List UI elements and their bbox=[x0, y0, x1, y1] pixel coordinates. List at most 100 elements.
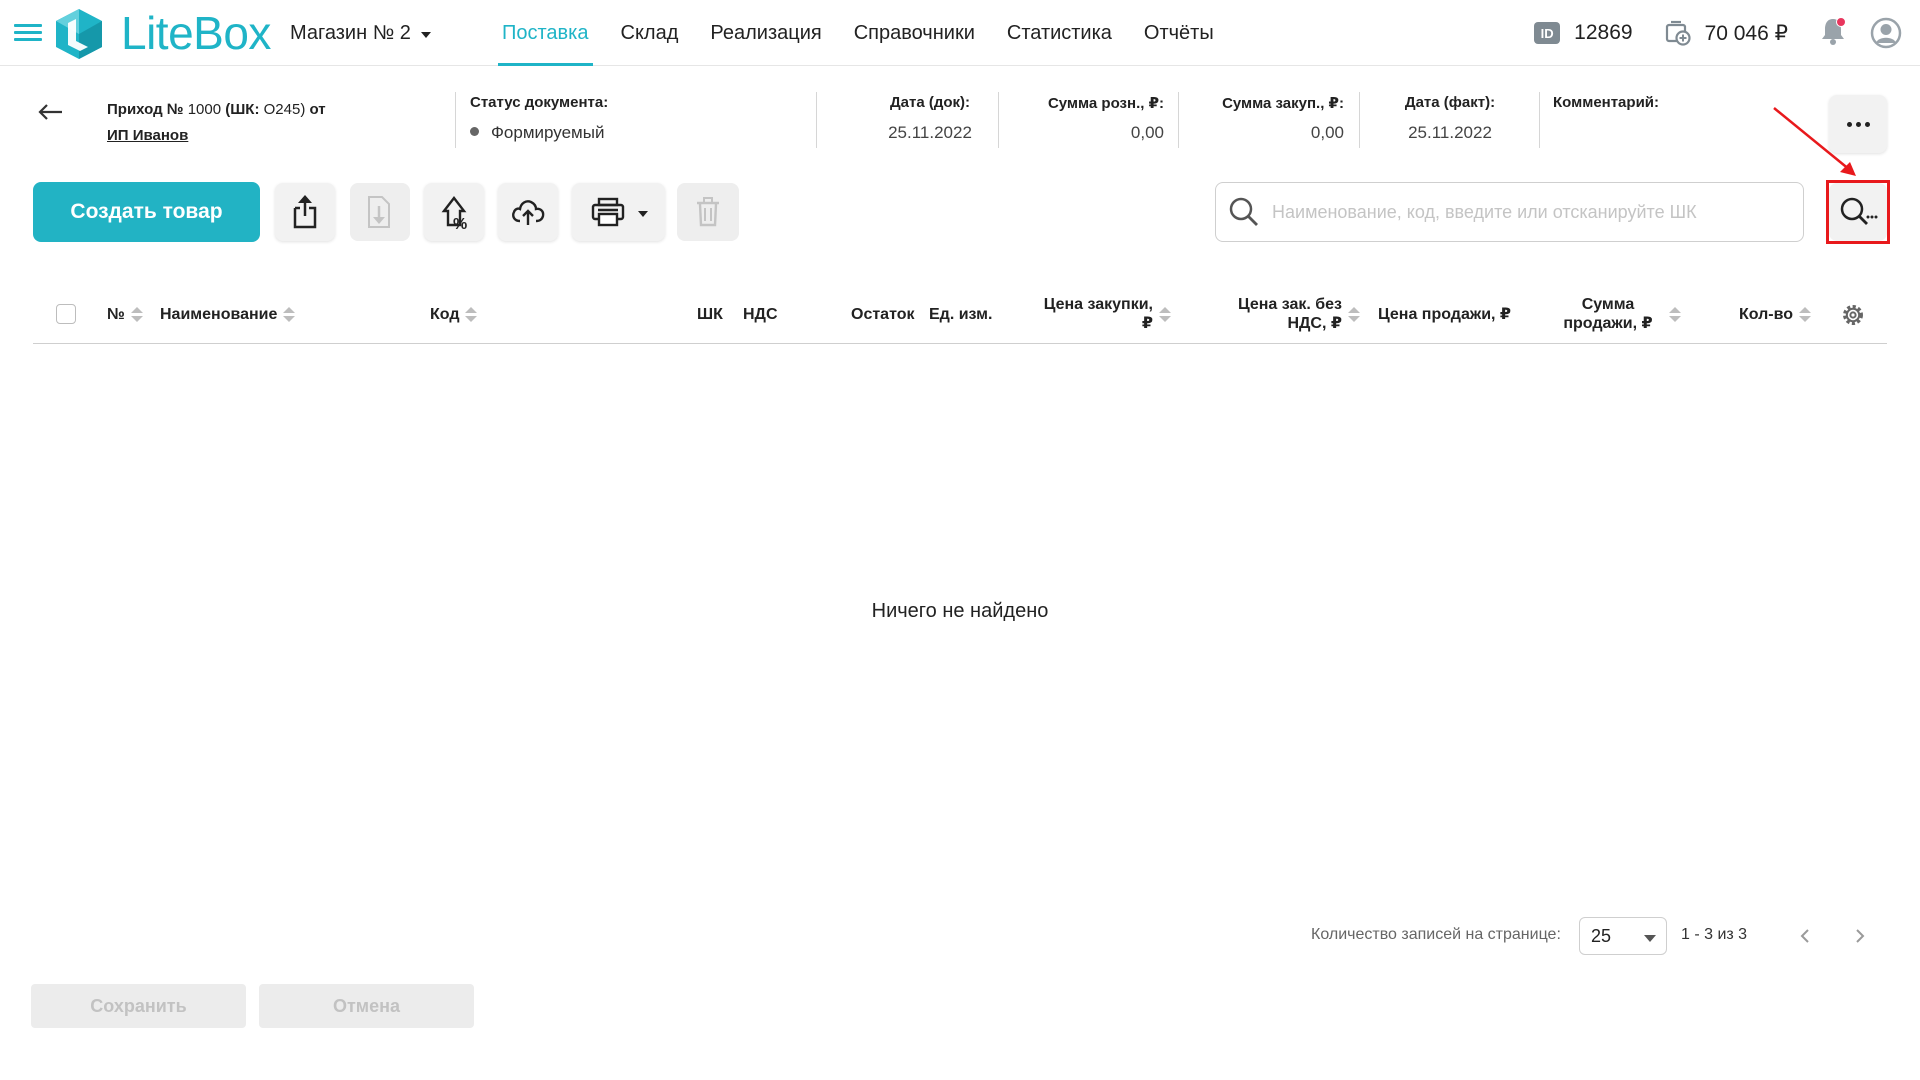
price-markup-icon: % bbox=[441, 196, 467, 231]
chevron-down-icon bbox=[637, 211, 648, 217]
search-icon bbox=[1229, 197, 1258, 226]
upload-cloud-button[interactable] bbox=[498, 183, 558, 241]
column-label: Цена закупки, ₽ bbox=[1043, 296, 1153, 332]
document-title: Приход № 1000 (ШК: O245) от ИП Иванов bbox=[107, 97, 326, 149]
sort-icon bbox=[465, 307, 478, 322]
sort-icon bbox=[1799, 307, 1812, 322]
import-button[interactable] bbox=[350, 183, 410, 241]
empty-state-text: Ничего не найдено bbox=[871, 600, 1049, 622]
nav-item-statistics[interactable]: Статистика bbox=[991, 0, 1128, 66]
doc-barcode-label: (ШК: bbox=[225, 101, 260, 118]
import-icon bbox=[368, 196, 390, 228]
column-purchase-price[interactable]: Цена закупки, ₽ bbox=[1033, 295, 1171, 333]
column-name[interactable]: Наименование bbox=[160, 305, 296, 324]
nav-item-reports[interactable]: Отчёты bbox=[1128, 0, 1230, 66]
date-doc-value[interactable]: 25.11.2022 bbox=[860, 123, 1000, 143]
trash-icon bbox=[697, 197, 719, 227]
select-all-checkbox[interactable] bbox=[56, 304, 76, 324]
column-unit: Ед. изм. bbox=[929, 305, 992, 324]
store-selector[interactable]: Магазин № 2 bbox=[290, 20, 431, 46]
column-sale-sum[interactable]: Сумма продажи, ₽ bbox=[1553, 295, 1681, 333]
divider bbox=[998, 92, 999, 148]
column-label: Сумма продажи, ₽ bbox=[1563, 296, 1653, 332]
gear-icon[interactable] bbox=[1841, 303, 1865, 327]
product-search-box bbox=[1215, 182, 1804, 242]
store-name: Магазин № 2 bbox=[290, 22, 411, 44]
red-annotation-arrow bbox=[1773, 107, 1856, 176]
column-label: Код bbox=[430, 306, 460, 323]
retail-sum-label: Сумма розн., ₽: bbox=[1047, 95, 1164, 112]
date-doc-label: Дата (док): bbox=[889, 94, 971, 111]
supplier-link[interactable]: ИП Иванов bbox=[107, 123, 188, 149]
delete-button[interactable] bbox=[677, 183, 739, 241]
product-search-input[interactable] bbox=[1272, 201, 1792, 223]
chevron-down-icon bbox=[420, 32, 431, 38]
balance: 70 046 ₽ bbox=[1704, 21, 1788, 45]
doc-number: 1000 bbox=[187, 101, 222, 118]
back-arrow-icon[interactable] bbox=[36, 100, 64, 124]
divider bbox=[455, 92, 456, 148]
column-label: Цена зак. без НДС, ₽ bbox=[1237, 296, 1342, 332]
chevron-left-icon[interactable] bbox=[1795, 926, 1815, 946]
column-label: Цена продажи, ₽ bbox=[1378, 306, 1512, 323]
column-vat: НДС bbox=[743, 305, 778, 324]
svg-text:%: % bbox=[453, 216, 467, 231]
main-nav: Поставка Склад Реализация Справочники Ст… bbox=[486, 0, 1230, 66]
column-barcode: ШК bbox=[697, 305, 723, 324]
table-header: № Наименование Код ШК НДС Остаток Ед. из… bbox=[33, 284, 1887, 344]
nav-item-directories[interactable]: Справочники bbox=[838, 0, 991, 66]
print-icon bbox=[591, 197, 624, 227]
sort-icon bbox=[1348, 306, 1360, 322]
user-avatar-icon[interactable] bbox=[1870, 17, 1902, 49]
price-markup-button[interactable]: % bbox=[424, 183, 484, 241]
print-button[interactable] bbox=[572, 183, 665, 241]
column-label: № bbox=[107, 306, 125, 323]
create-product-button[interactable]: Создать товар bbox=[33, 182, 260, 242]
notification-dot bbox=[1836, 16, 1846, 27]
account-id: 12869 bbox=[1574, 21, 1633, 44]
header-right: ID 12869 70 046 ₽ bbox=[1534, 0, 1902, 66]
divider bbox=[816, 92, 817, 148]
comment-label: Комментарий: bbox=[1553, 94, 1660, 111]
per-page-select[interactable]: 25 bbox=[1579, 917, 1667, 955]
column-label: ШК bbox=[697, 306, 723, 323]
nav-item-sales[interactable]: Реализация bbox=[694, 0, 837, 66]
column-label: НДС bbox=[743, 306, 778, 323]
cancel-button[interactable]: Отмена bbox=[259, 984, 474, 1028]
notifications-button[interactable] bbox=[1820, 16, 1846, 50]
nav-item-delivery[interactable]: Поставка bbox=[486, 0, 605, 66]
nav-item-warehouse[interactable]: Склад bbox=[605, 0, 695, 66]
column-purchase-price-no-vat[interactable]: Цена зак. без НДС, ₽ bbox=[1226, 295, 1360, 333]
status-dot bbox=[470, 127, 479, 137]
status-value-wrap: Формируемый bbox=[470, 123, 604, 143]
retail-sum-value: 0,00 bbox=[1130, 123, 1164, 142]
column-number[interactable]: № bbox=[107, 305, 143, 324]
date-fact-value[interactable]: 25.11.2022 bbox=[1380, 123, 1520, 143]
save-button[interactable]: Сохранить bbox=[31, 984, 246, 1028]
highlight-annotation-box bbox=[1826, 180, 1890, 244]
column-sale-price: Цена продажи, ₽ bbox=[1378, 305, 1511, 324]
wallet-icon[interactable] bbox=[1665, 20, 1691, 46]
doc-title-suffix: от bbox=[309, 101, 326, 118]
per-page-value: 25 bbox=[1591, 925, 1612, 946]
menu-icon[interactable] bbox=[14, 24, 42, 44]
id-icon: ID bbox=[1534, 22, 1561, 44]
pagination-range: 1 - 3 из 3 bbox=[1681, 926, 1748, 943]
chevron-down-icon bbox=[1644, 935, 1656, 942]
litebox-logo-icon[interactable] bbox=[54, 7, 104, 59]
column-code[interactable]: Код bbox=[430, 305, 478, 324]
purchase-sum-value: 0,00 bbox=[1310, 123, 1344, 142]
top-header: LiteBox Магазин № 2 Поставка Склад Реали… bbox=[0, 0, 1920, 66]
export-button[interactable] bbox=[275, 183, 335, 241]
sort-icon bbox=[130, 307, 143, 322]
column-label: Остаток bbox=[851, 306, 915, 323]
sort-icon bbox=[1159, 306, 1171, 322]
column-quantity[interactable]: Кол-во bbox=[1739, 305, 1812, 324]
chevron-right-icon[interactable] bbox=[1850, 926, 1870, 946]
status-label: Статус документа: bbox=[470, 94, 609, 111]
column-label: Кол-во bbox=[1739, 306, 1794, 323]
per-page-label: Количество записей на странице: bbox=[1311, 926, 1561, 943]
column-label: Наименование bbox=[160, 306, 278, 323]
status-value: Формируемый bbox=[491, 123, 605, 142]
divider bbox=[1539, 92, 1540, 148]
